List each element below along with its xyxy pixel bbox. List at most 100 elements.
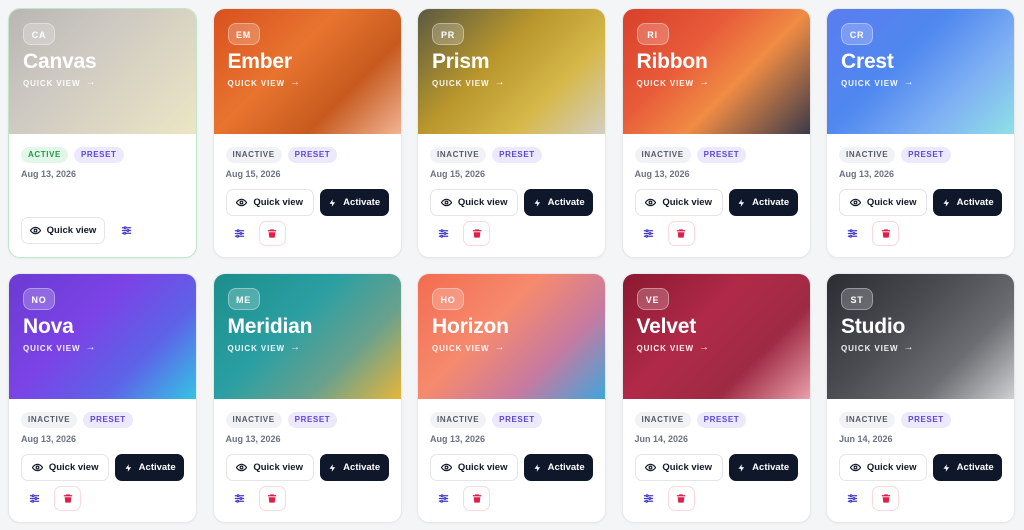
theme-card-ribbon: RI Ribbon QUICK VIEW → INACTIVE PRESET A…: [621, 8, 811, 258]
quick-view-button-label: Quick view: [662, 197, 712, 208]
status-badge: INACTIVE: [634, 147, 691, 163]
activate-button[interactable]: Activate: [319, 454, 389, 481]
quick-view-link[interactable]: QUICK VIEW →: [23, 343, 182, 353]
abbr-badge: CA: [23, 23, 55, 45]
card-title: Velvet: [636, 315, 697, 338]
quick-view-button-label: Quick view: [457, 462, 508, 473]
quick-view-button[interactable]: Quick view: [430, 454, 519, 481]
settings-button[interactable]: [21, 486, 48, 511]
quick-view-button[interactable]: Quick view: [430, 189, 519, 216]
eye-icon: [849, 462, 861, 473]
delete-button[interactable]: [872, 221, 899, 246]
activate-button[interactable]: Activate: [115, 454, 184, 481]
quick-view-link-label: QUICK VIEW: [432, 78, 490, 88]
delete-button[interactable]: [667, 221, 695, 246]
quick-view-link[interactable]: QUICK VIEW →: [432, 78, 591, 88]
arrow-right-icon: →: [85, 77, 97, 88]
settings-button[interactable]: [226, 221, 253, 246]
quick-view-button-label: Quick view: [866, 462, 917, 473]
preset-badge: PRESET: [901, 412, 951, 428]
trash-icon: [881, 228, 891, 239]
settings-button[interactable]: [839, 486, 866, 511]
delete-button[interactable]: [667, 486, 695, 511]
trash-icon: [267, 493, 277, 504]
card-date: Aug 13, 2026: [225, 434, 281, 444]
delete-button[interactable]: [872, 486, 899, 511]
activate-button[interactable]: Activate: [524, 454, 593, 481]
card-hero[interactable]: CA Canvas QUICK VIEW →: [9, 9, 196, 134]
quick-view-button-label: Quick view: [866, 197, 917, 208]
delete-button[interactable]: [54, 486, 81, 511]
quick-view-link[interactable]: QUICK VIEW →: [228, 343, 387, 353]
sliders-icon: [234, 493, 245, 504]
activate-button-label: Activate: [956, 197, 994, 208]
quick-view-link[interactable]: QUICK VIEW →: [228, 78, 387, 88]
preset-badge: PRESET: [73, 147, 124, 163]
quick-view-link[interactable]: QUICK VIEW →: [23, 78, 182, 88]
quick-view-button[interactable]: Quick view: [21, 217, 105, 244]
sliders-icon: [121, 225, 132, 236]
delete-button[interactable]: [463, 486, 490, 511]
quick-view-button[interactable]: Quick view: [225, 454, 314, 481]
quick-view-link-label: QUICK VIEW: [841, 78, 899, 88]
abbr-badge: ST: [841, 288, 873, 310]
quick-view-button[interactable]: Quick view: [839, 454, 928, 481]
card-date: Aug 15, 2026: [430, 169, 486, 179]
status-badge: INACTIVE: [839, 147, 896, 163]
quick-view-link-label: QUICK VIEW: [23, 343, 81, 353]
activate-button[interactable]: Activate: [728, 454, 798, 481]
settings-button[interactable]: [430, 486, 457, 511]
activate-button-label: Activate: [752, 197, 790, 208]
card-hero[interactable]: PR Prism QUICK VIEW →: [418, 9, 605, 134]
card-hero[interactable]: VE Velvet QUICK VIEW →: [622, 274, 810, 399]
card-title: Prism: [432, 50, 490, 73]
status-badge: ACTIVE: [21, 147, 68, 163]
quick-view-button[interactable]: Quick view: [839, 189, 928, 216]
theme-card-prism: PR Prism QUICK VIEW → INACTIVE PRESET Au…: [417, 8, 606, 258]
settings-button[interactable]: [635, 221, 662, 246]
quick-view-link[interactable]: QUICK VIEW →: [637, 78, 796, 88]
card-hero[interactable]: HO Horizon QUICK VIEW →: [418, 274, 605, 399]
settings-button[interactable]: [430, 221, 457, 246]
settings-button[interactable]: [113, 218, 140, 243]
arrow-right-icon: →: [289, 342, 301, 353]
eye-icon: [236, 197, 248, 208]
quick-view-link[interactable]: QUICK VIEW →: [637, 343, 796, 353]
quick-view-link[interactable]: QUICK VIEW →: [841, 343, 1000, 353]
card-hero[interactable]: ME Meridian QUICK VIEW →: [213, 274, 401, 399]
theme-card-horizon: HO Horizon QUICK VIEW → INACTIVE PRESET …: [417, 273, 606, 523]
quick-view-button[interactable]: Quick view: [634, 454, 723, 481]
delete-button[interactable]: [258, 486, 286, 511]
quick-view-button[interactable]: Quick view: [225, 189, 314, 216]
preset-badge: PRESET: [492, 147, 542, 163]
card-hero[interactable]: RI Ribbon QUICK VIEW →: [622, 9, 810, 134]
card-date: Aug 13, 2026: [634, 169, 690, 179]
eye-icon: [645, 197, 657, 208]
card-hero[interactable]: ST Studio QUICK VIEW →: [827, 274, 1014, 399]
quick-view-button-label: Quick view: [662, 462, 712, 473]
sliders-icon: [847, 228, 858, 239]
delete-button[interactable]: [463, 221, 490, 246]
activate-button[interactable]: Activate: [524, 189, 593, 216]
quick-view-link[interactable]: QUICK VIEW →: [841, 78, 1000, 88]
activate-button[interactable]: Activate: [728, 189, 798, 216]
settings-button[interactable]: [839, 221, 866, 246]
bolt-icon: [942, 463, 951, 473]
activate-button[interactable]: Activate: [319, 189, 389, 216]
quick-view-button[interactable]: Quick view: [21, 454, 110, 481]
quick-view-link-label: QUICK VIEW: [636, 343, 694, 353]
sliders-icon: [438, 493, 449, 504]
activate-button[interactable]: Activate: [933, 454, 1002, 481]
activate-button[interactable]: Activate: [933, 189, 1002, 216]
card-date: Aug 13, 2026: [21, 169, 77, 179]
quick-view-button[interactable]: Quick view: [634, 189, 723, 216]
theme-card-canvas: CA Canvas QUICK VIEW → ACTIVE PRESET Aug…: [8, 8, 197, 258]
card-hero[interactable]: NO Nova QUICK VIEW →: [9, 274, 196, 399]
eye-icon: [440, 197, 452, 208]
card-hero[interactable]: EM Ember QUICK VIEW →: [213, 9, 401, 134]
settings-button[interactable]: [226, 486, 253, 511]
delete-button[interactable]: [258, 221, 286, 246]
settings-button[interactable]: [635, 486, 662, 511]
card-hero[interactable]: CR Crest QUICK VIEW →: [827, 9, 1014, 134]
quick-view-link[interactable]: QUICK VIEW →: [432, 343, 591, 353]
